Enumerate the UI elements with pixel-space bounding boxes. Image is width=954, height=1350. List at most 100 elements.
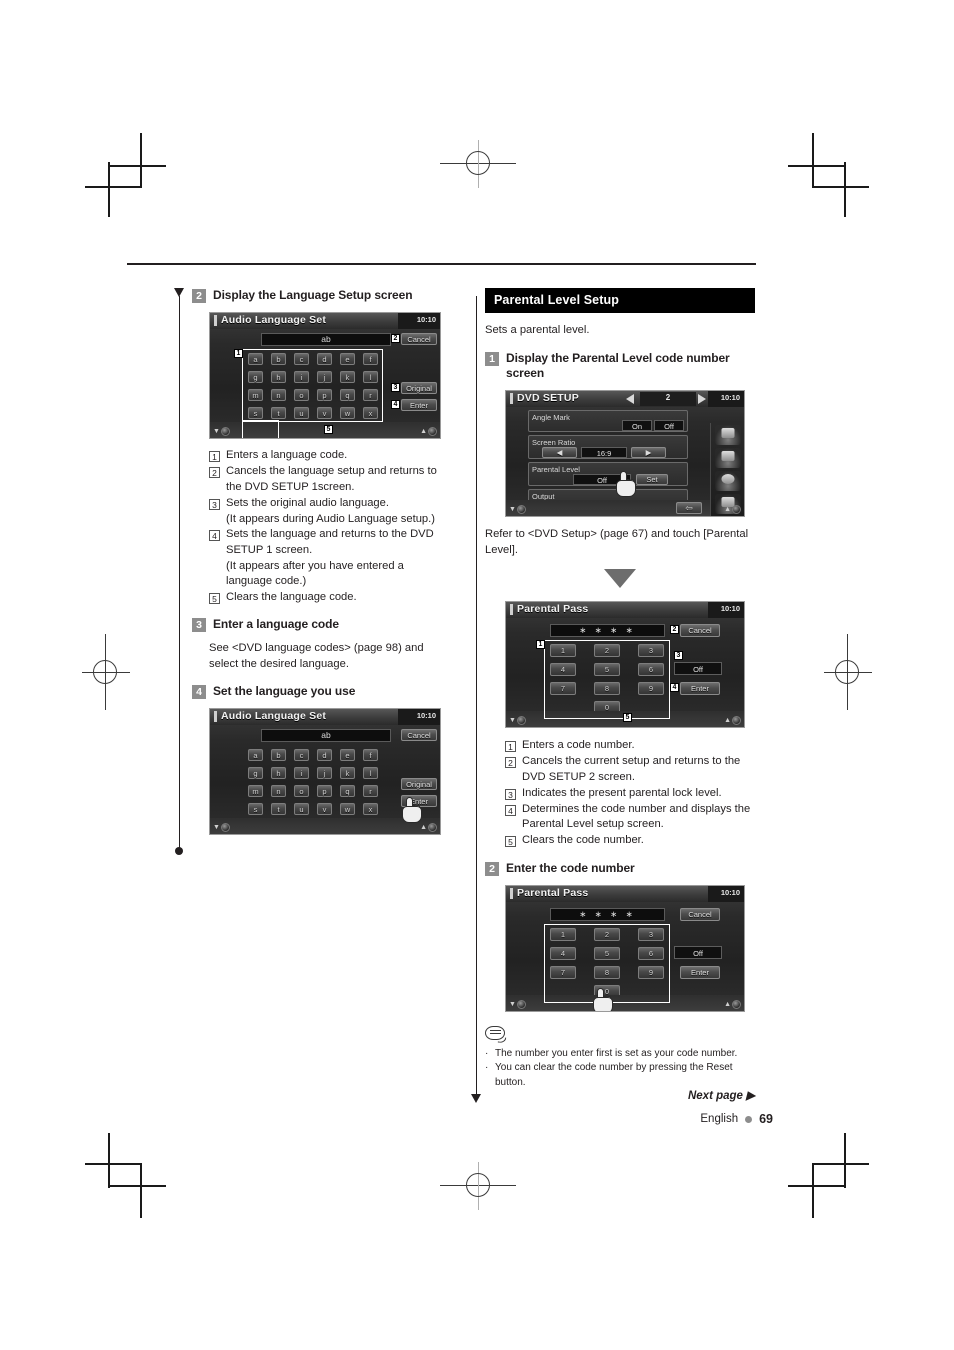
- audio-language-set-screen-touch[interactable]: Audio Language Set 10:10 ab a b c d e f …: [209, 708, 441, 835]
- scroll-down-control[interactable]: ▼: [509, 505, 526, 514]
- keyboard-highlight-lower: [242, 420, 279, 438]
- screen-titlebar: Parental Pass 10:10: [506, 602, 744, 618]
- key-a[interactable]: a: [248, 749, 263, 761]
- scroll-down-control[interactable]: ▼: [509, 716, 526, 725]
- enter-button[interactable]: Enter: [680, 682, 720, 695]
- source-icon[interactable]: [715, 425, 741, 445]
- key-l[interactable]: l: [363, 767, 378, 779]
- scroll-up-control[interactable]: ▲: [420, 427, 437, 436]
- callout-number: 1: [505, 741, 516, 752]
- setup-icon[interactable]: [715, 448, 741, 468]
- key-n[interactable]: n: [271, 785, 286, 797]
- callout-item: 4 Sets the language and returns to the D…: [209, 527, 450, 558]
- parental-level-indicator: Off: [674, 945, 722, 959]
- key-u[interactable]: u: [294, 803, 309, 815]
- key-t[interactable]: t: [271, 803, 286, 815]
- scroll-down-control[interactable]: ▼: [509, 999, 526, 1009]
- key-c[interactable]: c: [294, 749, 309, 761]
- screen-title: Parental Pass: [517, 603, 589, 615]
- key-v[interactable]: v: [317, 803, 332, 815]
- parental-level-set-button[interactable]: Set: [636, 474, 668, 485]
- scroll-up-control[interactable]: ▲: [724, 716, 741, 725]
- screen-marker-3: 3: [674, 651, 683, 660]
- screen-ratio-increment-button[interactable]: ▶: [631, 447, 666, 458]
- callout-text: Clears the language code.: [226, 590, 357, 603]
- callout-continuation: (It appears during Audio Language setup.…: [226, 512, 435, 525]
- key-d[interactable]: d: [317, 749, 332, 761]
- clock: 10:10: [720, 604, 740, 613]
- scroll-up-control[interactable]: ▲: [420, 823, 437, 832]
- parental-pass-screen-annotated[interactable]: Parental Pass 10:10 ∗ ∗ ∗ ∗ 1 2 3 4 5 6 …: [505, 601, 745, 728]
- dvd-setup-screen[interactable]: DVD SETUP 2 10:10 Angle Mark On Off Scre…: [505, 390, 745, 517]
- step-number-badge: 4: [192, 685, 206, 699]
- callout-text: Clears the code number.: [522, 834, 644, 846]
- callout-text: Enters a language code.: [226, 449, 348, 461]
- row-label: Angle Mark: [532, 413, 570, 422]
- audio-language-set-screen-annotated[interactable]: Audio Language Set 10:10 ab a b c d e f …: [209, 312, 441, 439]
- row-label: Parental Level: [532, 465, 580, 474]
- row-angle-mark[interactable]: Angle Mark On Off: [528, 410, 688, 432]
- callout-text: Cancels the current setup and returns to…: [522, 755, 741, 783]
- step-heading-enter-language-code: 3 Enter a language code: [192, 617, 450, 632]
- cancel-button[interactable]: Cancel: [401, 333, 437, 345]
- knob-icon: [516, 999, 526, 1009]
- key-m[interactable]: m: [248, 785, 263, 797]
- screen-title: Parental Pass: [517, 886, 589, 899]
- scroll-down-control[interactable]: ▼: [213, 823, 230, 832]
- triangle-down-icon: ▼: [509, 506, 516, 513]
- key-i[interactable]: i: [294, 767, 309, 779]
- key-x[interactable]: x: [363, 803, 378, 815]
- next-page-arrow-icon[interactable]: [698, 394, 706, 404]
- triangle-up-icon: ▲: [420, 824, 427, 831]
- enter-button[interactable]: Enter: [401, 399, 437, 411]
- scroll-up-control[interactable]: ▲: [724, 999, 741, 1009]
- callout-text: Sets the language and returns to the DVD…: [226, 528, 434, 556]
- cancel-button[interactable]: Cancel: [680, 907, 720, 921]
- scroll-up-control[interactable]: ▲: [724, 505, 741, 514]
- language-code-input[interactable]: ab: [261, 333, 391, 346]
- callout-number: 5: [209, 592, 220, 604]
- parental-pass-screen-touch[interactable]: Parental Pass 10:10 ∗ ∗ ∗ ∗ 1 2 3 4 5 6 …: [505, 884, 745, 1012]
- angle-mark-on-option[interactable]: On: [622, 420, 652, 431]
- screen-marker-4: 4: [391, 400, 400, 409]
- key-f[interactable]: f: [363, 749, 378, 761]
- original-button[interactable]: Original: [401, 778, 437, 790]
- step-title: Display the Language Setup screen: [213, 288, 413, 302]
- key-w[interactable]: w: [340, 803, 355, 815]
- audio-icon[interactable]: [715, 471, 741, 491]
- step-number-badge: 3: [192, 618, 206, 632]
- scroll-down-control[interactable]: ▼: [213, 427, 230, 436]
- step-heading-display-language-setup: 2 Display the Language Setup screen: [192, 288, 450, 303]
- key-b[interactable]: b: [271, 749, 286, 761]
- key-j[interactable]: j: [317, 767, 332, 779]
- knob-icon: [516, 716, 526, 725]
- cancel-button[interactable]: Cancel: [680, 624, 720, 637]
- callout-text: Enters a code number.: [522, 739, 635, 751]
- key-r[interactable]: r: [363, 785, 378, 797]
- key-s[interactable]: s: [248, 803, 263, 815]
- note-text: The number you enter first is set as you…: [495, 1047, 738, 1059]
- page-indicator: 2: [665, 393, 671, 402]
- callout-list-language: 1 Enters a language code. 2 Cancels the …: [209, 448, 450, 605]
- prev-page-arrow-icon[interactable]: [626, 394, 634, 404]
- original-button[interactable]: Original: [401, 382, 437, 394]
- key-e[interactable]: e: [340, 749, 355, 761]
- key-q[interactable]: q: [340, 785, 355, 797]
- key-k[interactable]: k: [340, 767, 355, 779]
- angle-mark-off-option[interactable]: Off: [654, 420, 684, 431]
- screen-ratio-value: 16:9: [581, 447, 627, 458]
- cancel-button[interactable]: Cancel: [401, 729, 437, 741]
- bullet-icon: ·: [485, 1062, 489, 1073]
- return-button[interactable]: ⇦: [676, 502, 702, 514]
- language-code-input[interactable]: ab: [261, 729, 391, 742]
- key-h[interactable]: h: [271, 767, 286, 779]
- screen-body: ∗ ∗ ∗ ∗ 1 2 3 4 5 6 7 8 9 0 Cancel Off E…: [506, 902, 744, 1011]
- row-parental-level[interactable]: Parental Level Off Set: [528, 462, 688, 486]
- callout-number: 1: [209, 451, 220, 462]
- key-p[interactable]: p: [317, 785, 332, 797]
- enter-button[interactable]: Enter: [680, 965, 720, 979]
- row-screen-ratio[interactable]: Screen Ratio ◀ 16:9 ▶: [528, 435, 688, 459]
- key-g[interactable]: g: [248, 767, 263, 779]
- key-o[interactable]: o: [294, 785, 309, 797]
- screen-ratio-decrement-button[interactable]: ◀: [542, 447, 577, 458]
